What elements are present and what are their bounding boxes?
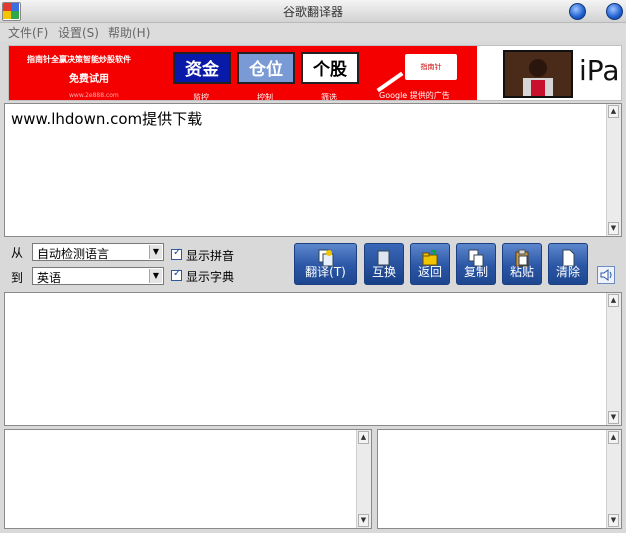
ad-logo: 指南针 [405,54,457,80]
speaker-button[interactable] [597,266,615,284]
dictionary-pane[interactable]: ▲ ▼ [377,429,622,529]
to-label: 到 [11,271,24,285]
ad-site: www.2e888.com [69,92,119,99]
to-language-value: 英语 [37,271,62,285]
show-dict-label: 显示字典 [186,270,235,284]
scroll-down-arrow-icon[interactable]: ▼ [358,514,369,527]
scroll-down-arrow-icon[interactable]: ▼ [608,411,619,424]
back-label: 返回 [417,265,442,279]
copy-label: 复制 [463,265,488,279]
menu-file[interactable]: 文件(F) [8,24,48,41]
source-scrollbar[interactable]: ▲ ▼ [606,104,621,236]
show-pinyin-checkbox[interactable]: ✓ [171,247,182,260]
scroll-down-arrow-icon[interactable]: ▼ [608,222,619,235]
result-scrollbar[interactable]: ▲ ▼ [606,293,621,425]
check-icon: ✓ [173,247,182,258]
menu-settings[interactable]: 设置(S) [58,24,99,41]
copy-button[interactable]: 复制 [456,243,496,285]
scroll-up-arrow-icon[interactable]: ▲ [358,431,369,444]
menu-bar: 文件(F) 设置(S) 帮助(H) [0,23,626,41]
show-pinyin-label: 显示拼音 [186,249,235,263]
from-label: 从 [11,246,24,260]
source-text: www.lhdown.com提供下载 [11,110,203,128]
ad-headline: 指南针全赢决策智能炒股软件 [27,55,131,64]
scroll-up-arrow-icon[interactable]: ▲ [608,294,619,307]
scroll-down-arrow-icon[interactable]: ▼ [608,514,619,527]
chevron-down-icon[interactable]: ▼ [149,269,162,283]
source-text-area[interactable]: www.lhdown.com提供下载 ▲ ▼ [4,103,622,237]
clear-label: 清除 [555,265,580,279]
show-dict-checkbox[interactable]: ✓ [171,268,182,281]
to-language-select[interactable]: 英语 ▼ [32,267,164,285]
speaker-icon [600,269,612,281]
ad-ipad-image [503,50,573,98]
menu-help[interactable]: 帮助(H) [108,24,150,41]
ad-banner[interactable]: 指南针全赢决策智能炒股软件 免费试用 www.2e888.com 资金 仓位 个… [8,45,622,101]
minimize-button[interactable] [569,3,586,20]
pinyin-pane[interactable]: ▲ ▼ [4,429,372,529]
translate-button[interactable]: 翻译(T) [294,243,357,285]
chevron-down-icon[interactable]: ▼ [149,245,162,259]
paste-button[interactable]: 粘贴 [502,243,542,285]
paste-label: 粘贴 [509,265,534,279]
ad-sub-filter: 筛选 [321,93,337,101]
swap-label: 互换 [371,265,396,279]
ad-free-trial: 免费试用 [69,74,109,85]
window-title: 谷歌翻译器 [282,5,343,19]
close-button[interactable] [606,3,623,20]
back-button[interactable]: 返回 [410,243,450,285]
clear-button[interactable]: 清除 [548,243,588,285]
result-text-area[interactable]: ▲ ▼ [4,292,622,426]
ad-box-stock: 个股 [301,52,359,84]
ad-red-panel: 指南针全赢决策智能炒股软件 免费试用 www.2e888.com 资金 仓位 个… [9,46,477,100]
check-icon: ✓ [173,268,182,279]
ad-sub-control: 控制 [257,93,273,101]
swap-button[interactable]: 互换 [364,243,404,285]
ad-box-position: 仓位 [237,52,295,84]
from-language-select[interactable]: 自动检测语言 ▼ [32,243,164,261]
title-bar: 谷歌翻译器 [0,0,626,23]
ad-ipad-text: iPa [579,54,620,87]
dictionary-scrollbar[interactable]: ▲ ▼ [606,430,621,528]
ad-google-label: Google 提供的广告 [379,91,450,100]
from-language-value: 自动检测语言 [37,247,110,261]
scroll-up-arrow-icon[interactable]: ▲ [608,431,619,444]
translate-label: 翻译(T) [305,265,346,279]
ad-sub-monitor: 监控 [193,93,209,101]
ad-box-funds: 资金 [173,52,231,84]
scroll-up-arrow-icon[interactable]: ▲ [608,105,619,118]
pinyin-scrollbar[interactable]: ▲ ▼ [356,430,371,528]
